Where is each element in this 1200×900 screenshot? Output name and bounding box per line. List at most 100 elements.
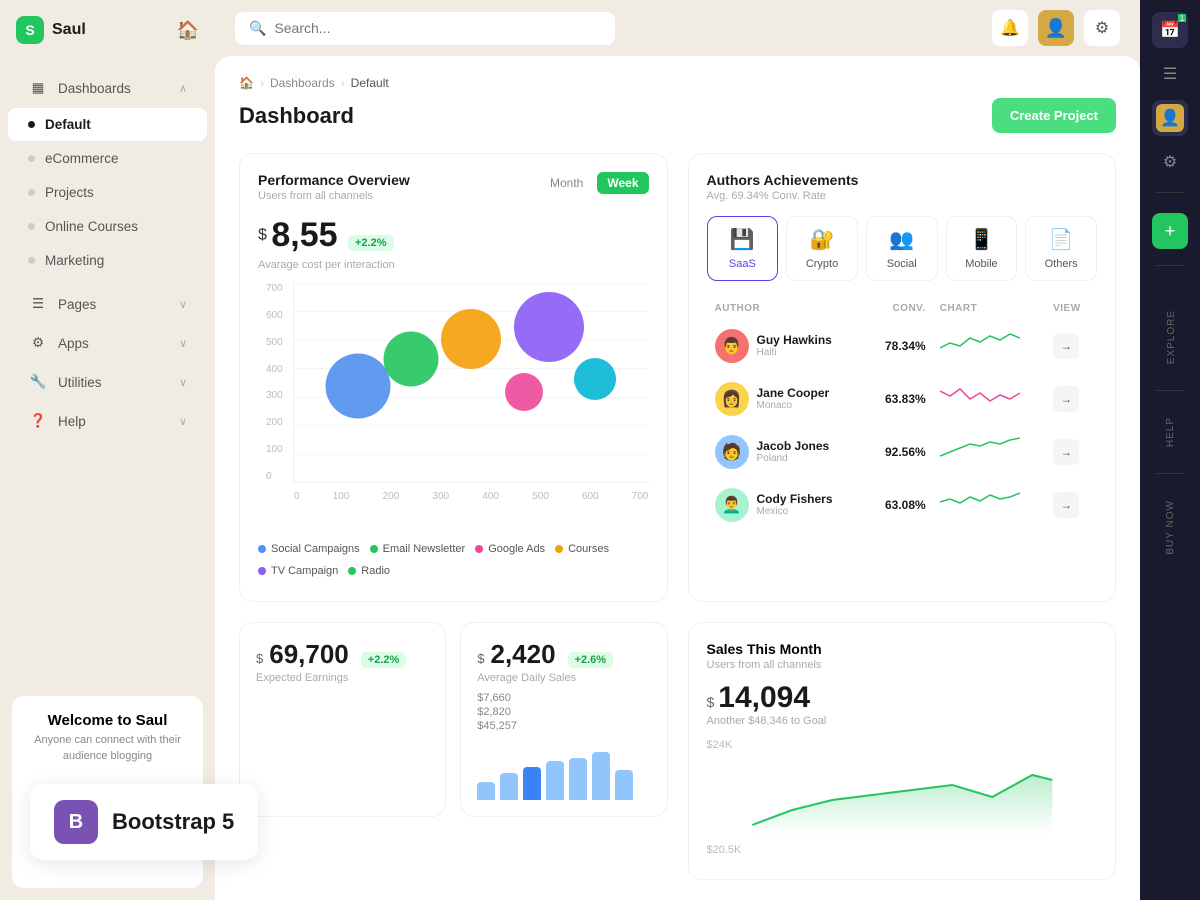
sales-month-title: Sales This Month (707, 641, 1098, 657)
earnings-card: $ 69,700 +2.2% Expected Earnings (239, 622, 446, 817)
explore-label: Explore (1166, 302, 1177, 372)
author-name: Jacob Jones (757, 439, 830, 453)
chevron-icon: ∨ (179, 376, 187, 389)
search-input[interactable] (274, 20, 601, 36)
metric-value: 8,55 (271, 216, 337, 254)
user-avatar[interactable]: 👤 (1038, 10, 1074, 46)
sidebar-item-utilities[interactable]: 🔧 Utilities ∨ (8, 363, 207, 401)
earnings-badge: +2.2% (361, 652, 407, 668)
time-tabs: Month Week (540, 172, 649, 194)
create-project-button[interactable]: Create Project (992, 98, 1116, 133)
sidebar-item-dashboards[interactable]: ▦ Dashboards ∧ (8, 69, 207, 107)
divider (1155, 265, 1185, 266)
view-button[interactable]: → (1053, 386, 1079, 412)
metric-currency: $ (258, 227, 267, 244)
search-box[interactable]: 🔍 (235, 12, 615, 45)
legend-dot (258, 567, 266, 575)
sales-month-subtitle: Users from all channels (707, 659, 1098, 671)
legend-social: Social Campaigns (258, 543, 360, 555)
sidebar: S Saul 🏠 ▦ Dashboards ∧ Default (0, 0, 215, 900)
menu-btn[interactable]: ☰ (1152, 56, 1188, 92)
performance-title: Performance Overview (258, 172, 410, 188)
footer-subtitle: Anyone can connect with their audience b… (28, 733, 187, 764)
daily-bar-chart (477, 740, 650, 800)
view-button[interactable]: → (1053, 439, 1079, 465)
explore-section[interactable]: Explore (1164, 290, 1177, 384)
page-title: Dashboard (239, 103, 354, 129)
sidebar-item-label: eCommerce (45, 151, 119, 166)
nav-dot (28, 121, 35, 128)
author-country: Haiti (757, 347, 832, 358)
user-btn[interactable]: 👤 (1152, 100, 1188, 136)
home-icon: 🏠 (239, 76, 254, 90)
tab-week[interactable]: Week (597, 172, 648, 194)
breadcrumb-dashboards[interactable]: Dashboards (270, 76, 335, 90)
view-button[interactable]: → (1053, 492, 1079, 518)
bar (569, 758, 587, 800)
tab-month[interactable]: Month (540, 172, 593, 194)
buy-now-section[interactable]: Buy now (1165, 480, 1176, 575)
legend-courses: Courses (555, 543, 609, 555)
tab-saas[interactable]: 💾 SaaS (707, 216, 779, 281)
calendar-btn[interactable]: 📅 1 (1152, 12, 1188, 48)
nav-dot (28, 223, 35, 230)
sidebar-item-projects[interactable]: Projects (8, 176, 207, 209)
sidebar-item-apps[interactable]: ⚙ Apps ∨ (8, 324, 207, 362)
help-label: Help (1165, 409, 1176, 455)
nav-dot (28, 155, 35, 162)
performance-card-header: Performance Overview Users from all chan… (258, 172, 649, 202)
notifications-btn[interactable]: 🔔 (992, 10, 1028, 46)
table-row: 🧑 Jacob Jones Poland 92.56% (709, 426, 1096, 477)
tab-mobile[interactable]: 📱 Mobile (946, 216, 1018, 281)
legend-email: Email Newsletter (370, 543, 466, 555)
tab-crypto[interactable]: 🔐 Crypto (786, 216, 858, 281)
col-conv: CONV. (868, 299, 932, 318)
earnings-label: Expected Earnings (256, 672, 429, 684)
view-button[interactable]: → (1053, 333, 1079, 359)
sidebar-item-default[interactable]: Default (8, 108, 207, 141)
bubble-3 (441, 309, 501, 369)
sparkline-chart (940, 381, 1020, 411)
settings-btn[interactable]: ⚙ (1084, 10, 1120, 46)
sidebar-item-online-courses[interactable]: Online Courses (8, 210, 207, 243)
main-content: 🔍 🔔 👤 ⚙ 🏠 › Dashboards › Default Dashboa… (215, 0, 1140, 900)
apps-icon: ⚙ (28, 333, 48, 353)
table-row: 👩 Jane Cooper Monaco 63.83% (709, 373, 1096, 424)
authors-table: AUTHOR CONV. CHART VIEW 👨 (707, 297, 1098, 532)
mobile-icon: 📱 (969, 227, 994, 252)
author-country: Mexico (757, 506, 833, 517)
tab-others[interactable]: 📄 Others (1025, 216, 1097, 281)
help-section[interactable]: Help (1165, 397, 1176, 467)
more-btn[interactable]: ⚙ (1152, 144, 1188, 180)
dashboard-grid: Performance Overview Users from all chan… (239, 153, 1116, 880)
sidebar-header: S Saul 🏠 (0, 0, 215, 60)
legend-dot (348, 567, 356, 575)
sidebar-item-help[interactable]: ❓ Help ∨ (8, 402, 207, 440)
bar-val-2: $2,820 (477, 706, 650, 718)
logo-icon: S (16, 16, 44, 44)
dashboards-icon: ▦ (28, 78, 48, 98)
sidebar-item-marketing[interactable]: Marketing (8, 244, 207, 277)
add-btn[interactable]: + (1152, 213, 1188, 249)
social-icon: 👥 (889, 227, 914, 252)
bar (592, 752, 610, 800)
sidebar-toggle-icon[interactable]: 🏠 (177, 20, 199, 41)
avatar: 🧑 (715, 435, 749, 469)
sidebar-item-ecommerce[interactable]: eCommerce (8, 142, 207, 175)
tab-social[interactable]: 👥 Social (866, 216, 938, 281)
bar (546, 761, 564, 800)
col-author: AUTHOR (709, 299, 866, 318)
sidebar-item-label: Online Courses (45, 219, 138, 234)
help-icon: ❓ (28, 411, 48, 431)
conv-value: 92.56% (885, 445, 926, 459)
metric-label: Avarage cost per interaction (258, 259, 649, 271)
legend-radio: Radio (348, 565, 390, 577)
sparkline-chart (940, 328, 1020, 358)
sales-month-card: Sales This Month Users from all channels… (688, 622, 1117, 881)
sidebar-item-pages[interactable]: ☰ Pages ∨ (8, 285, 207, 323)
others-icon: 📄 (1049, 227, 1074, 252)
chevron-icon: ∧ (179, 82, 187, 95)
sidebar-item-label: Help (58, 414, 86, 429)
nav-dot (28, 189, 35, 196)
bootstrap-text: Bootstrap 5 (112, 809, 234, 835)
